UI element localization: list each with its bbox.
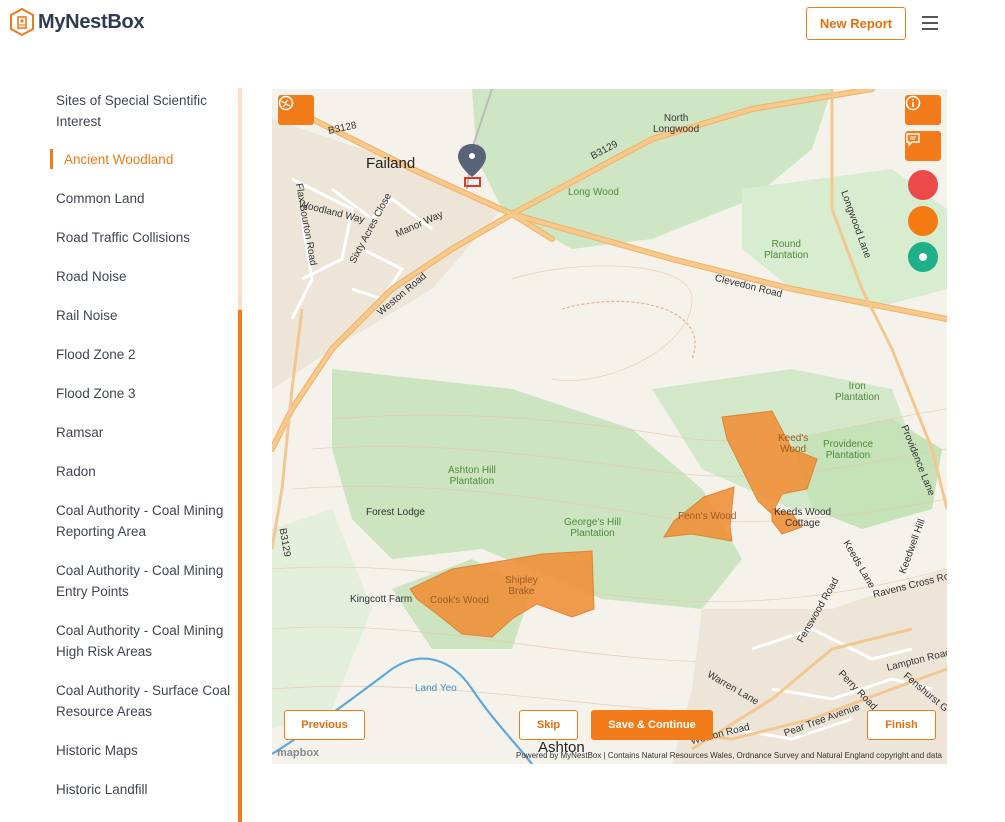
sidebar-scroll-track[interactable] xyxy=(238,88,242,310)
layer-sidebar: Sites of Special Scientific Interest Anc… xyxy=(0,88,250,822)
sidebar-item-coal-high-risk[interactable]: Coal Authority - Coal Mining High Risk A… xyxy=(56,620,236,662)
sidebar-item-surface-coal[interactable]: Coal Authority - Surface Coal Resource A… xyxy=(56,680,236,722)
skip-button[interactable]: Skip xyxy=(519,710,578,740)
map-label-kingcott-farm: Kingcott Farm xyxy=(350,594,413,605)
sidebar-item-flood-zone-3[interactable]: Flood Zone 3 xyxy=(56,383,236,404)
sidebar-item-coal-reporting-area[interactable]: Coal Authority - Coal Mining Reporting A… xyxy=(56,500,236,542)
sidebar-scroll-thumb[interactable] xyxy=(238,310,242,822)
sidebar-item-ramsar[interactable]: Ramsar xyxy=(56,422,236,443)
map-label-land-yeo: Land Yeo xyxy=(415,683,457,694)
sidebar-item-ancient-woodland[interactable]: Ancient Woodland xyxy=(64,149,244,170)
map-label-long-wood: Long Wood xyxy=(568,187,619,198)
hamburger-menu-icon[interactable] xyxy=(922,16,938,30)
map-label-round-plantation: Round Plantation xyxy=(764,239,809,261)
map-label-iron-plantation: Iron Plantation xyxy=(835,381,880,403)
sidebar-item-sssi[interactable]: Sites of Special Scientific Interest xyxy=(56,90,236,132)
comment-icon xyxy=(906,133,920,147)
app-header: MyNestBox New Report xyxy=(0,0,1005,50)
map-label-georges-hill-plantation: George's Hill Plantation xyxy=(564,517,621,539)
map-label-failand: Failand xyxy=(366,155,416,172)
map-label-shipley-brake: Shipley Brake xyxy=(505,575,538,597)
save-continue-button[interactable]: Save & Continue xyxy=(591,710,713,740)
map-view[interactable]: Failand North Longwood Long Wood Round P… xyxy=(272,89,947,764)
map-label-keeds-wood: Keed's Wood xyxy=(778,433,809,455)
sidebar-item-road-noise[interactable]: Road Noise xyxy=(56,266,236,287)
sidebar-item-radon[interactable]: Radon xyxy=(56,461,236,482)
info-icon xyxy=(905,95,921,111)
nestbox-logo-icon xyxy=(10,8,34,36)
map-label-fenns-wood: Fenn's Wood xyxy=(678,511,737,522)
brand-name: MyNestBox xyxy=(38,10,145,33)
sidebar-item-road-traffic-collisions[interactable]: Road Traffic Collisions xyxy=(56,227,236,248)
map-label-north-longwood: North Longwood xyxy=(653,113,700,135)
mapbox-logo[interactable]: mapbox xyxy=(277,747,319,759)
sidebar-item-flood-zone-2[interactable]: Flood Zone 2 xyxy=(56,344,236,365)
previous-button[interactable]: Previous xyxy=(284,710,365,740)
layers-button[interactable] xyxy=(278,95,314,125)
status-selected-indicator xyxy=(919,253,927,261)
sidebar-item-historic-landfill[interactable]: Historic Landfill xyxy=(56,779,236,800)
map-attribution: Powered by MyNestBox | Contains Natural … xyxy=(516,751,942,760)
map-label-cooks-wood: Cook's Wood xyxy=(430,595,489,606)
sidebar-item-common-land[interactable]: Common Land xyxy=(56,188,236,209)
finish-button[interactable]: Finish xyxy=(867,710,936,740)
active-indicator xyxy=(50,149,53,169)
sidebar-item-historic-maps[interactable]: Historic Maps xyxy=(56,740,236,761)
brand-logo[interactable]: MyNestBox xyxy=(10,8,145,36)
sidebar-item-rail-noise[interactable]: Rail Noise xyxy=(56,305,236,326)
new-report-button[interactable]: New Report xyxy=(806,7,906,40)
map-label-ashton-hill-plantation: Ashton Hill Plantation xyxy=(448,465,496,487)
status-green-dot[interactable] xyxy=(908,242,938,272)
status-orange-dot[interactable] xyxy=(908,206,938,236)
map-label-keeds-wood-cottage: Keeds Wood Cottage xyxy=(774,507,832,529)
info-button[interactable] xyxy=(905,95,941,125)
sidebar-item-coal-entry-points[interactable]: Coal Authority - Coal Mining Entry Point… xyxy=(56,560,236,602)
map-label-providence-plantation: Providence Plantation xyxy=(823,439,874,461)
layers-icon xyxy=(278,95,294,111)
comment-button[interactable] xyxy=(905,131,941,161)
status-red-dot[interactable] xyxy=(908,170,938,200)
map-label-forest-lodge: Forest Lodge xyxy=(366,507,425,518)
